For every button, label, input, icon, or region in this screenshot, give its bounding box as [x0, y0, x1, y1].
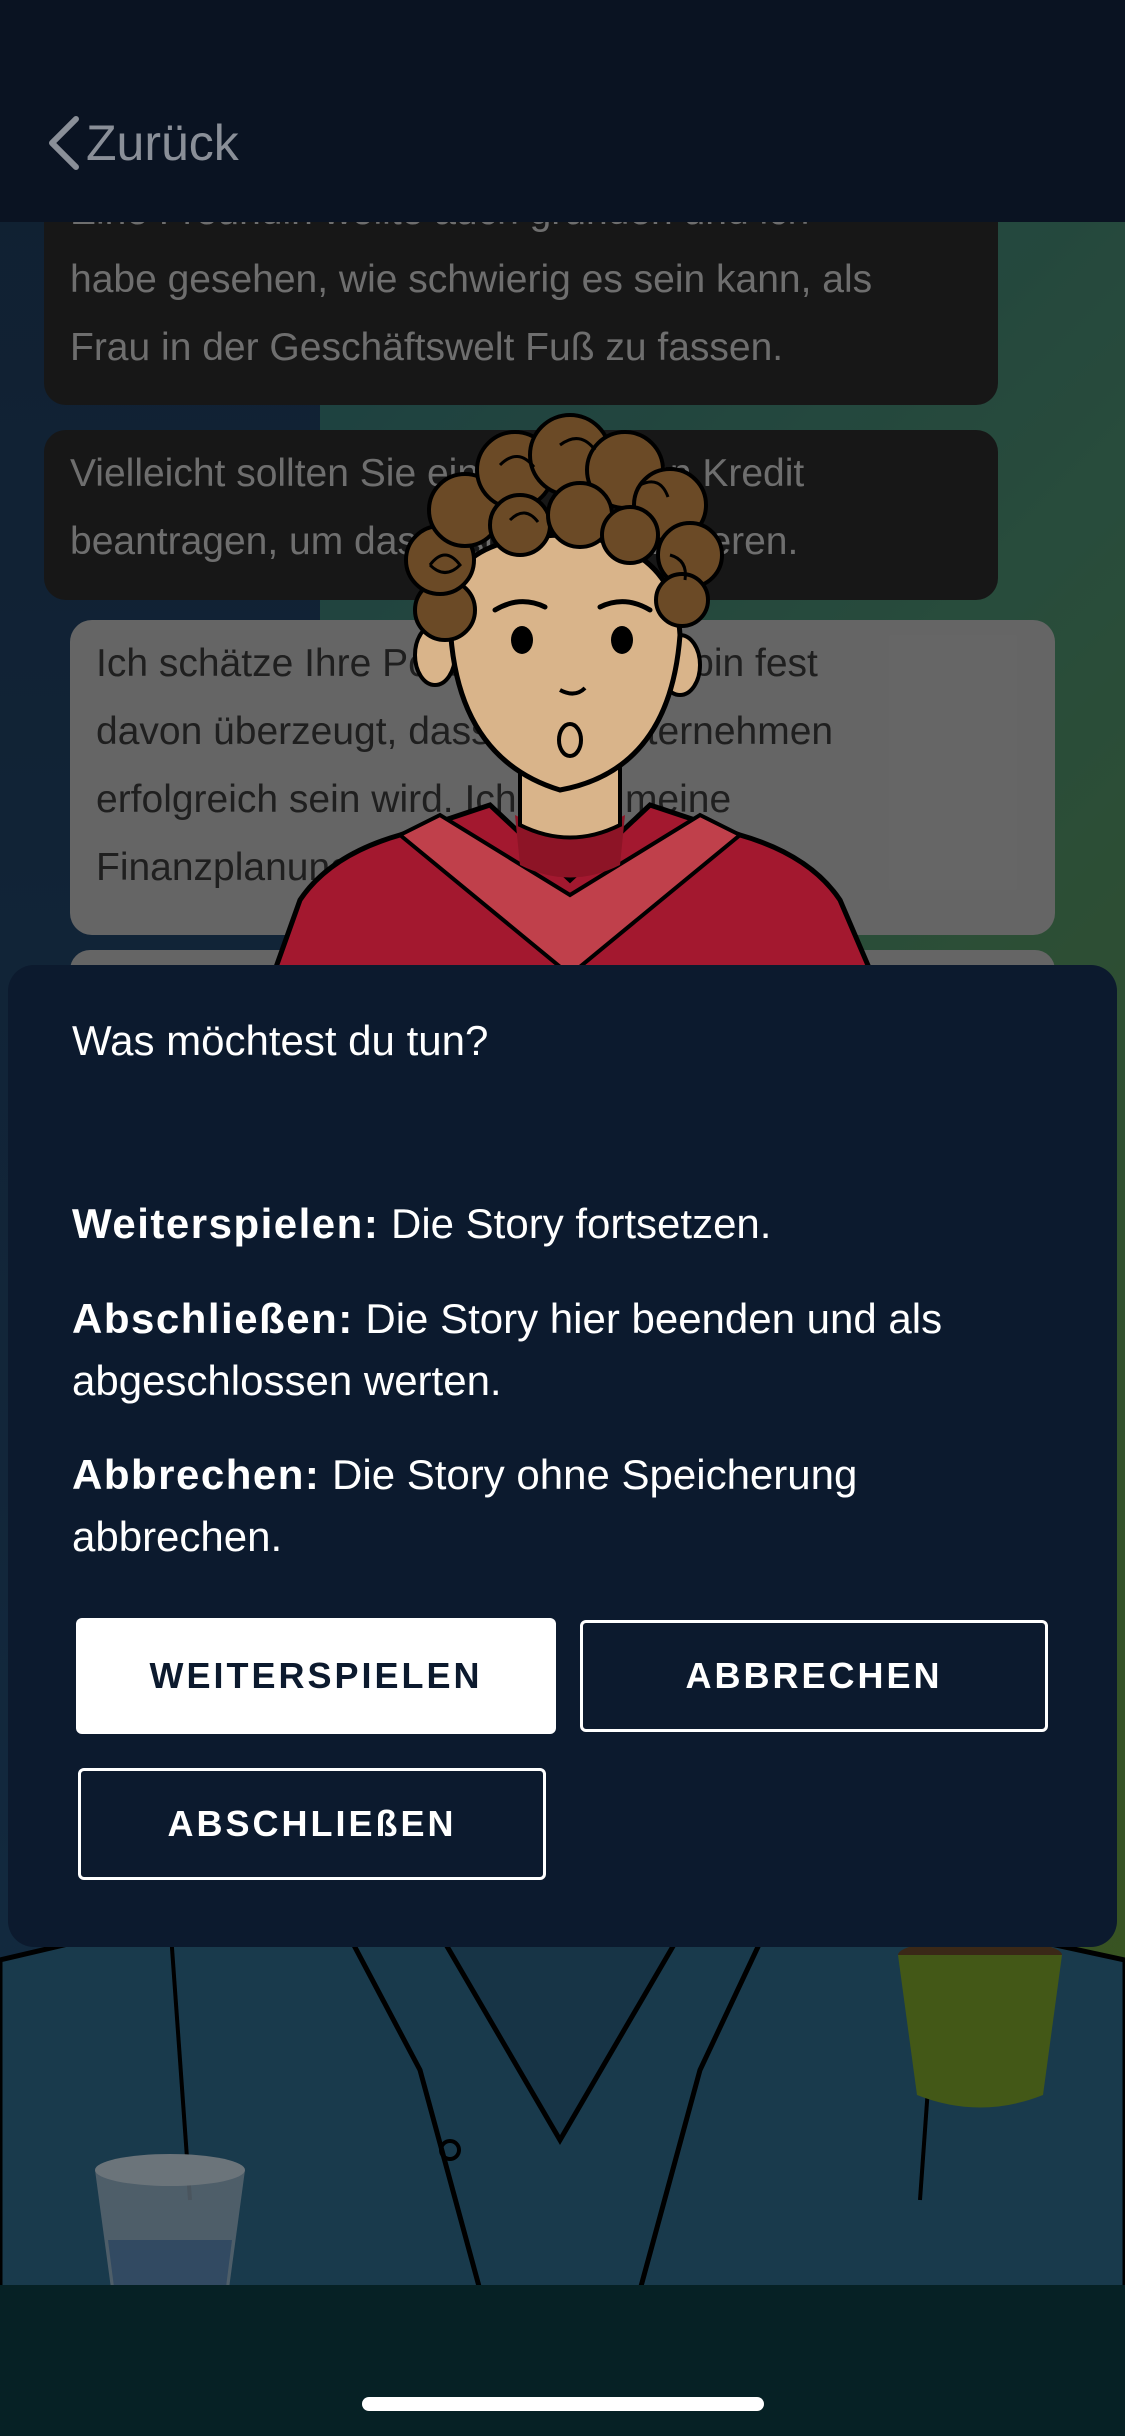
option-label: Abbrechen:: [72, 1451, 321, 1498]
option-label: Abschließen:: [72, 1295, 354, 1342]
option-description-continue: Weiterspielen: Die Story fortsetzen.: [72, 1193, 1032, 1255]
npc-character-avatar: [272, 413, 873, 970]
continue-button[interactable]: WEITERSPIELEN: [76, 1618, 556, 1734]
option-description-cancel: Abbrechen: Die Story ohne Speicherung ab…: [72, 1444, 1032, 1568]
option-label: Weiterspielen:: [72, 1200, 380, 1247]
cancel-button[interactable]: ABBRECHEN: [580, 1620, 1048, 1732]
option-description-finish: Abschließen: Die Story hier beenden und …: [72, 1288, 1032, 1412]
top-navigation-bar: Zurück: [0, 0, 1125, 222]
story-options-dialog: Was möchtest du tun? Weiterspielen: Die …: [8, 965, 1117, 1947]
home-indicator[interactable]: [362, 2397, 764, 2411]
back-label: Zurück: [86, 115, 239, 171]
chevron-left-icon: [49, 116, 79, 170]
dialog-title: Was möchtest du tun?: [72, 1017, 489, 1064]
finish-button[interactable]: ABSCHLIEßEN: [78, 1768, 546, 1880]
back-button[interactable]: Zurück: [44, 108, 239, 178]
option-text: Die Story fortsetzen.: [379, 1200, 772, 1247]
